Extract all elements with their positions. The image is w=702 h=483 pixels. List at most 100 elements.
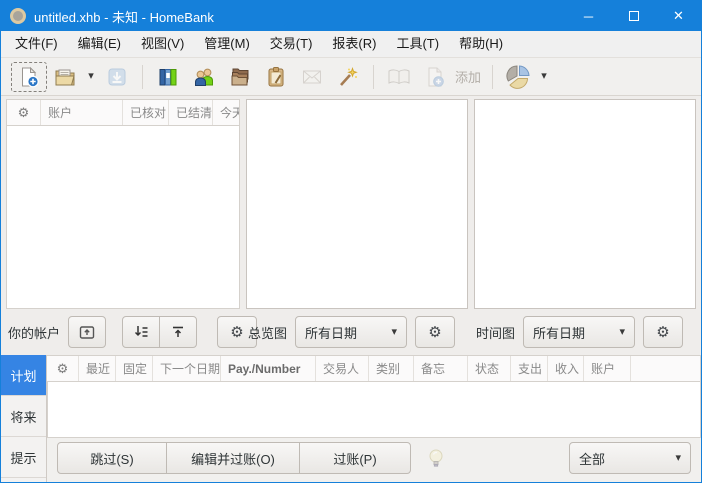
reveal-panel-icon xyxy=(79,326,95,339)
gear-icon: ⚙ xyxy=(230,323,244,341)
scheduled-panel: ⚙ 最近 固定 下一个日期 Pay./Number 交易人 类别 备忘 状态 支… xyxy=(47,355,701,482)
menubar: 文件(F) 编辑(E) 视图(V) 管理(M) 交易(T) 报表(R) 工具(T… xyxy=(1,31,701,58)
time-range-select[interactable]: 所有日期 ▾ xyxy=(523,316,636,348)
accounts-books-icon xyxy=(159,68,177,85)
post-button[interactable]: 过账(P) xyxy=(299,442,411,474)
main-area: ⚙ 账户 已核对 已结清 今天 你的帐户 xyxy=(1,96,701,355)
column-fixed[interactable]: 固定 xyxy=(116,356,153,381)
accounts-columns-gear-button[interactable]: ⚙ xyxy=(7,100,41,125)
column-cleared[interactable]: 已结清 xyxy=(169,100,213,125)
minimize-button[interactable]: ─ xyxy=(566,1,611,31)
menu-tools[interactable]: 工具(T) xyxy=(386,31,449,57)
scheduled-footer: 跳过(S) 编辑并过账(O) 过账(P) 全部 ▾ xyxy=(47,438,701,482)
pie-chart-icon xyxy=(506,64,530,89)
assistant-wand-button[interactable] xyxy=(330,62,366,92)
column-empty xyxy=(631,356,700,381)
mail-button xyxy=(294,62,330,92)
menu-reports[interactable]: 报表(R) xyxy=(322,31,386,57)
accounts-footer-label: 你的帐户 xyxy=(8,325,61,341)
manage-payees-button[interactable] xyxy=(186,62,222,92)
save-file-button xyxy=(99,62,135,92)
column-today[interactable]: 今天 xyxy=(213,100,239,125)
column-account[interactable]: 账户 xyxy=(584,356,631,381)
scheduled-columns-gear-button[interactable]: ⚙ xyxy=(47,356,79,381)
column-expense[interactable]: 支出 xyxy=(511,356,548,381)
maximize-icon xyxy=(628,11,639,21)
open-folder-icon xyxy=(55,69,75,85)
menu-transaction[interactable]: 交易(T) xyxy=(260,31,323,57)
ledger-button xyxy=(381,62,417,92)
menu-view[interactable]: 视图(V) xyxy=(131,31,194,57)
skip-button[interactable]: 跳过(S) xyxy=(57,442,167,474)
menu-file[interactable]: 文件(F) xyxy=(5,31,68,57)
reports-button[interactable] xyxy=(500,62,536,92)
column-account[interactable]: 账户 xyxy=(41,100,123,125)
open-recent-dropdown-button[interactable]: ▾ xyxy=(83,62,99,92)
column-late[interactable]: 最近 xyxy=(79,356,116,381)
bottom-tabs: 计划 将来 提示 xyxy=(1,355,47,482)
overview-settings-button[interactable]: ⚙ xyxy=(415,316,456,348)
tab-tips[interactable]: 提示 xyxy=(1,437,46,478)
column-status[interactable]: 状态 xyxy=(468,356,511,381)
edit-and-post-button[interactable]: 编辑并过账(O) xyxy=(166,442,300,474)
expand-collapse-group xyxy=(122,316,198,348)
toolbar-separator xyxy=(373,64,374,89)
overview-chart xyxy=(246,99,468,309)
homebank-app-icon xyxy=(10,8,26,24)
maximize-button[interactable] xyxy=(611,1,656,31)
menu-help[interactable]: 帮助(H) xyxy=(449,31,513,57)
toolbar-separator xyxy=(492,64,494,89)
expand-all-icon xyxy=(134,326,148,337)
scheduled-filter-select[interactable]: 全部 ▾ xyxy=(569,442,691,474)
column-payee[interactable]: 交易人 xyxy=(316,356,369,381)
add-transaction-button xyxy=(417,62,453,92)
minimize-icon: ─ xyxy=(583,8,594,24)
tab-future[interactable]: 将来 xyxy=(1,396,46,437)
manage-archives-button[interactable] xyxy=(258,62,294,92)
accounts-list[interactable] xyxy=(6,126,240,309)
column-income[interactable]: 收入 xyxy=(548,356,584,381)
menu-manage[interactable]: 管理(M) xyxy=(194,31,260,57)
open-file-button[interactable] xyxy=(47,62,83,92)
manage-categories-button[interactable] xyxy=(222,62,258,92)
column-category[interactable]: 类别 xyxy=(369,356,414,381)
add-transaction-label: 添加 xyxy=(455,70,482,85)
close-icon: ✕ xyxy=(673,8,684,23)
chevron-down-icon: ▾ xyxy=(619,325,626,338)
manage-accounts-button[interactable] xyxy=(150,62,186,92)
reports-dropdown-button[interactable]: ▾ xyxy=(536,62,552,92)
bottom-section: 计划 将来 提示 ⚙ 最近 固定 下一个日期 Pay./Number 交易人 类… xyxy=(1,355,701,482)
chevron-down-icon: ▾ xyxy=(541,70,547,82)
tab-scheduled[interactable]: 计划 xyxy=(1,355,46,396)
new-file-button[interactable] xyxy=(11,61,47,92)
accounts-panel: ⚙ 账户 已核对 已结清 今天 你的帐户 xyxy=(6,99,258,351)
gear-icon: ⚙ xyxy=(428,323,442,341)
time-settings-button[interactable]: ⚙ xyxy=(643,316,684,348)
time-panel: 时间图 所有日期 ▾ ⚙ xyxy=(474,99,696,351)
add-transaction-icon xyxy=(428,67,444,87)
overview-range-value: 所有日期 xyxy=(305,325,358,341)
time-footer: 时间图 所有日期 ▾ ⚙ xyxy=(474,309,696,351)
scheduled-list[interactable] xyxy=(47,382,701,438)
menu-edit[interactable]: 编辑(E) xyxy=(68,31,131,57)
accounts-footer: 你的帐户 ⚙ xyxy=(6,309,258,351)
column-memo[interactable]: 备忘 xyxy=(414,356,468,381)
overview-range-select[interactable]: 所有日期 ▾ xyxy=(295,316,408,348)
show-all-accounts-button[interactable] xyxy=(68,316,107,348)
homebank-window: untitled.xhb - 未知 - HomeBank ─ ✕ 文件(F) 编… xyxy=(0,0,702,483)
overview-panel: 总览图 所有日期 ▾ ⚙ xyxy=(246,99,468,351)
gear-icon: ⚙ xyxy=(56,361,69,376)
expand-all-button[interactable] xyxy=(122,316,161,348)
column-reconciled[interactable]: 已核对 xyxy=(123,100,169,125)
collapse-all-button[interactable] xyxy=(159,316,198,348)
column-next-date[interactable]: 下一个日期 xyxy=(153,356,221,381)
chevron-down-icon: ▾ xyxy=(675,451,681,464)
overview-label: 总览图 xyxy=(248,325,288,341)
collapse-all-icon xyxy=(173,326,184,337)
scheduled-filter-value: 全部 xyxy=(579,451,606,467)
column-pay-number[interactable]: Pay./Number xyxy=(221,356,316,381)
tip-lightbulb-icon xyxy=(427,448,445,468)
titlebar: untitled.xhb - 未知 - HomeBank ─ ✕ xyxy=(1,1,701,31)
close-button[interactable]: ✕ xyxy=(656,1,701,31)
time-range-value: 所有日期 xyxy=(533,325,586,341)
